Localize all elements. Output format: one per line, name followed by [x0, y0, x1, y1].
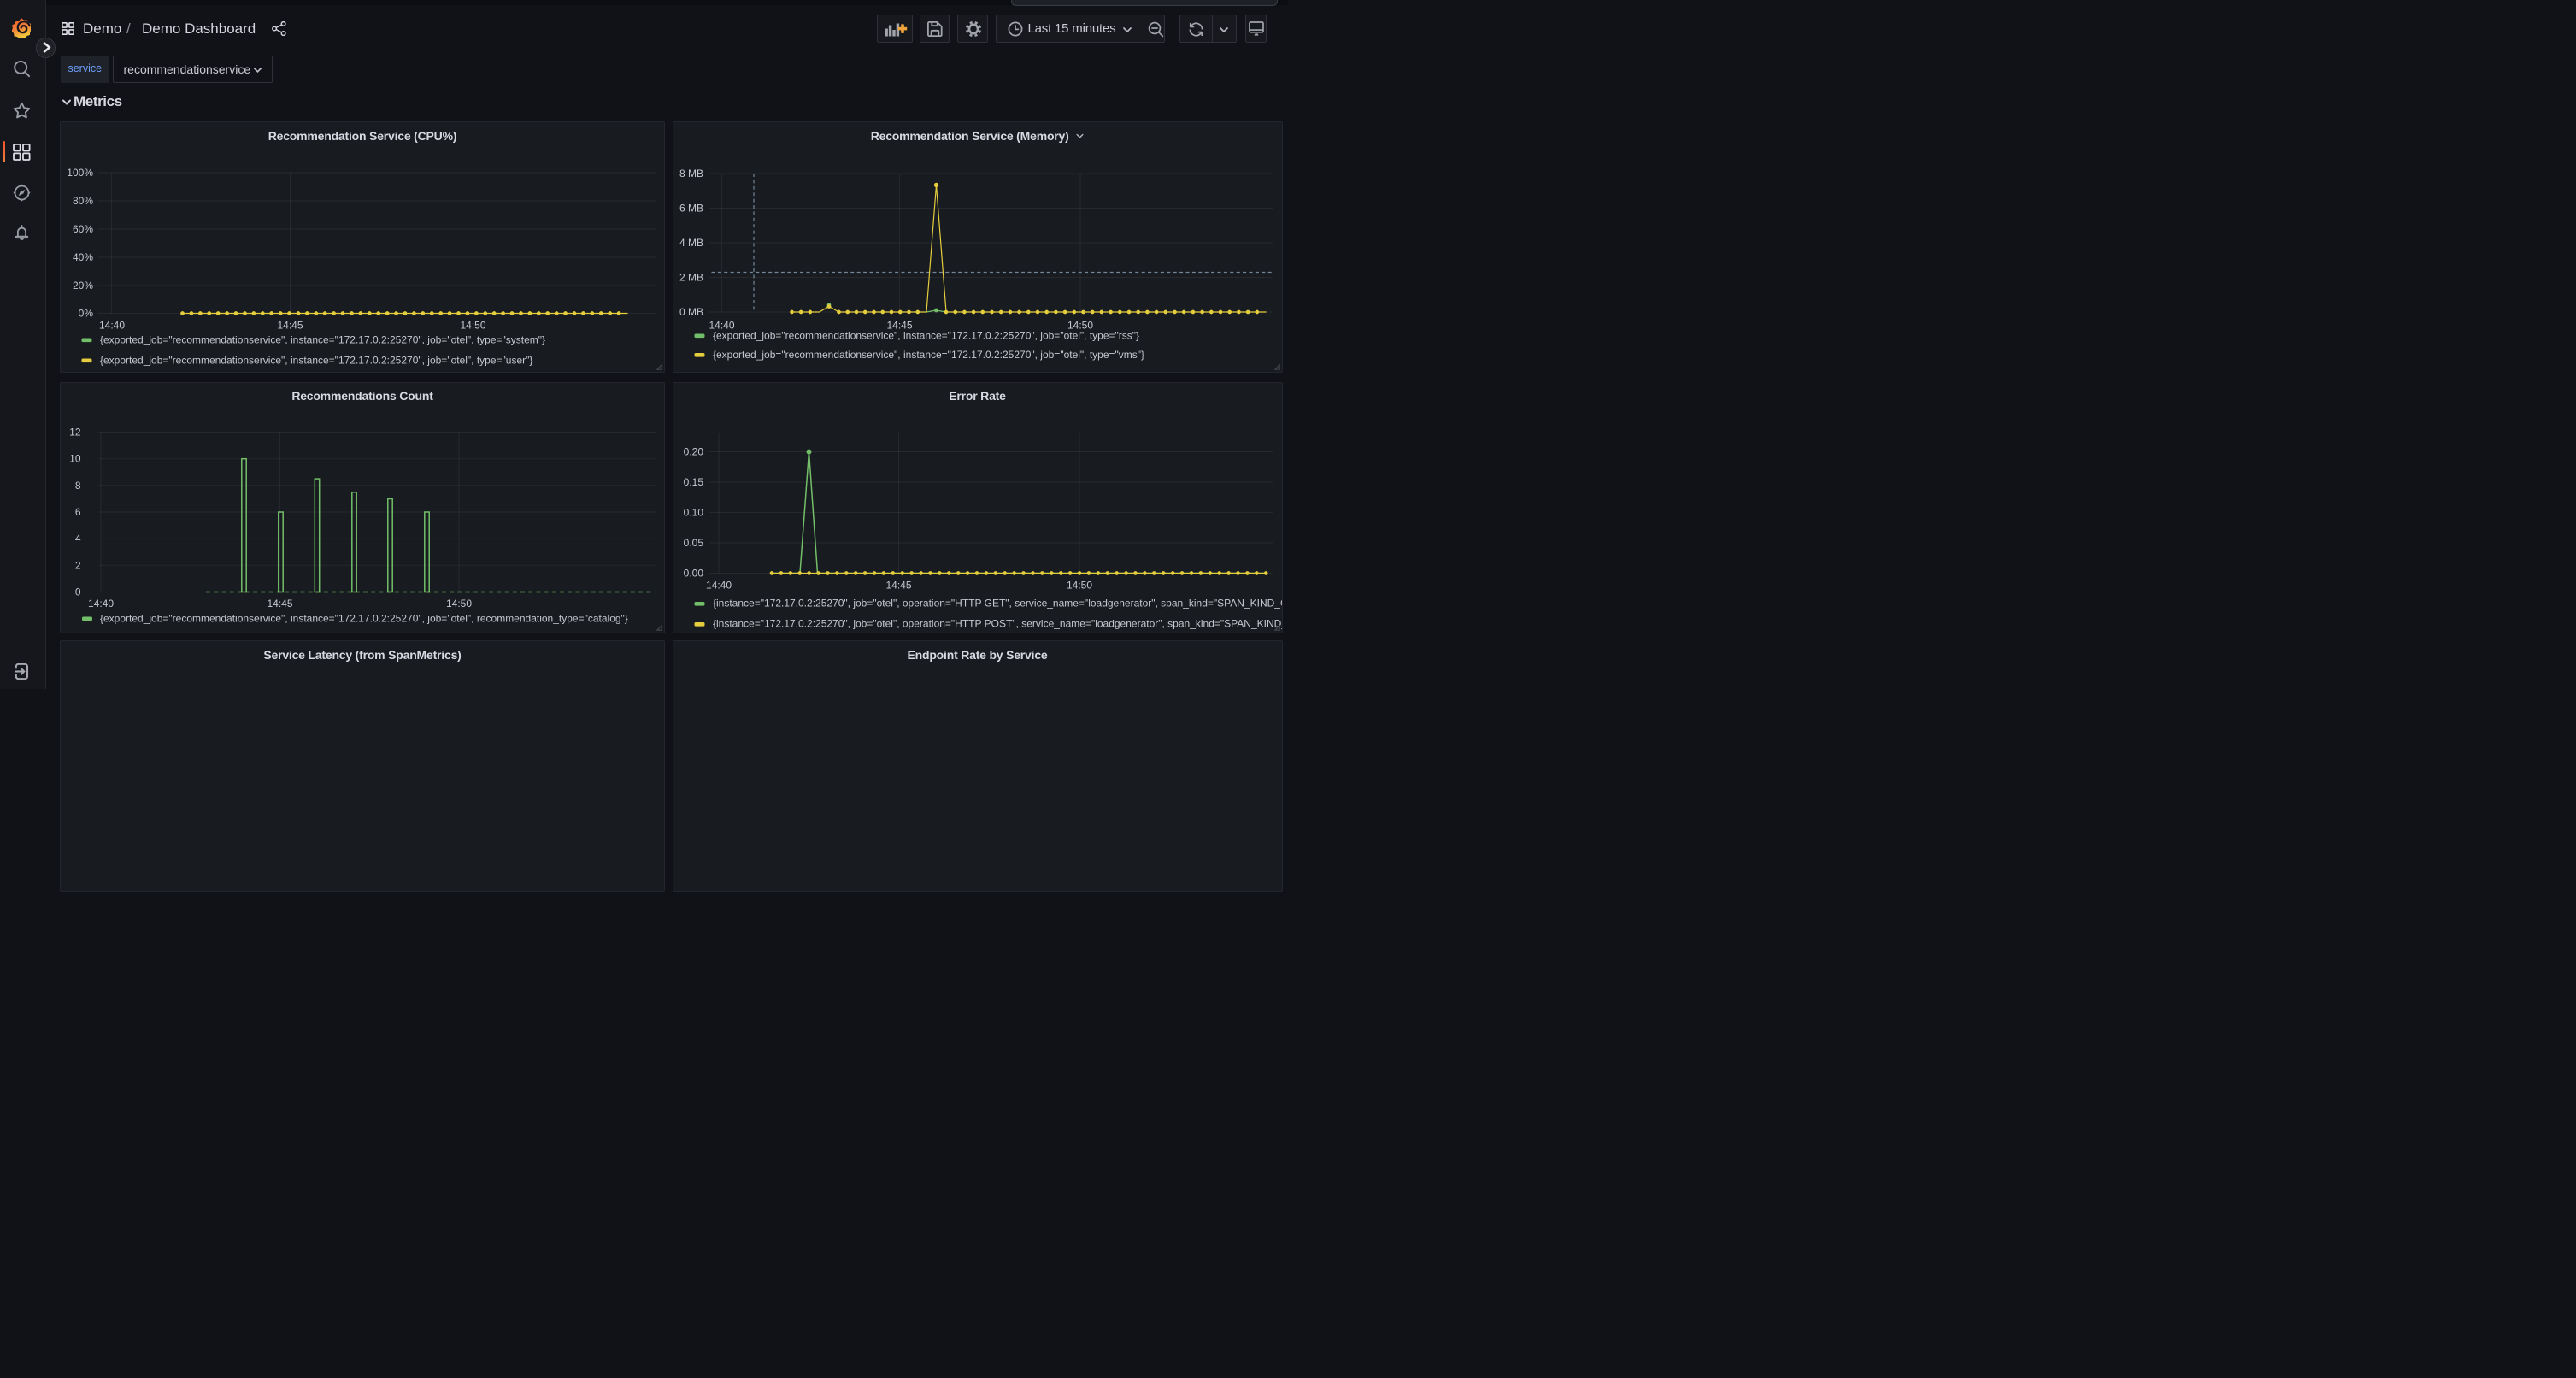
svg-text:14:40: 14:40 — [705, 579, 731, 591]
svg-text:14:50: 14:50 — [1066, 579, 1091, 591]
svg-text:{exported_job="recommendations: {exported_job="recommendationservice", i… — [100, 334, 545, 346]
svg-text:{exported_job="recommendations: {exported_job="recommendationservice", i… — [100, 355, 532, 367]
svg-text:14:50: 14:50 — [446, 598, 472, 610]
svg-text:0%: 0% — [79, 308, 94, 320]
svg-text:8 MB: 8 MB — [679, 168, 703, 180]
svg-text:0: 0 — [75, 586, 81, 598]
svg-text:0.15: 0.15 — [683, 476, 703, 488]
svg-text:14:45: 14:45 — [885, 579, 911, 591]
svg-text:6: 6 — [75, 506, 81, 518]
svg-text:{exported_job="recommendations: {exported_job="recommendationservice", i… — [100, 612, 628, 624]
svg-text:60%: 60% — [73, 223, 93, 235]
svg-text:{exported_job="recommendations: {exported_job="recommendationservice", i… — [713, 330, 1139, 342]
svg-text:0.00: 0.00 — [683, 567, 703, 579]
svg-text:4: 4 — [75, 533, 81, 545]
svg-text:4 MB: 4 MB — [679, 237, 703, 249]
svg-text:12: 12 — [69, 426, 81, 438]
svg-text:0 MB: 0 MB — [679, 306, 703, 318]
svg-text:0.10: 0.10 — [683, 506, 703, 518]
svg-text:14:40: 14:40 — [88, 598, 114, 610]
svg-text:14:50: 14:50 — [460, 320, 485, 332]
svg-text:2 MB: 2 MB — [679, 272, 703, 284]
svg-text:{instance="172.17.0.2:25270",: {instance="172.17.0.2:25270", job="otel"… — [713, 597, 1282, 609]
svg-text:14:45: 14:45 — [267, 598, 292, 610]
svg-text:10: 10 — [69, 452, 81, 464]
svg-text:6 MB: 6 MB — [679, 203, 703, 215]
svg-text:8: 8 — [75, 479, 81, 491]
svg-text:0.20: 0.20 — [683, 445, 703, 457]
svg-text:14:40: 14:40 — [99, 320, 125, 332]
svg-text:{instance="172.17.0.2:25270",: {instance="172.17.0.2:25270", job="otel"… — [713, 617, 1282, 629]
svg-text:14:45: 14:45 — [277, 320, 303, 332]
svg-text:40%: 40% — [73, 251, 93, 263]
svg-text:20%: 20% — [73, 280, 93, 292]
svg-text:2: 2 — [75, 559, 81, 571]
svg-text:100%: 100% — [67, 167, 93, 179]
svg-text:{exported_job="recommendations: {exported_job="recommendationservice", i… — [713, 349, 1144, 361]
svg-text:0.05: 0.05 — [683, 537, 703, 549]
svg-text:80%: 80% — [73, 195, 93, 207]
